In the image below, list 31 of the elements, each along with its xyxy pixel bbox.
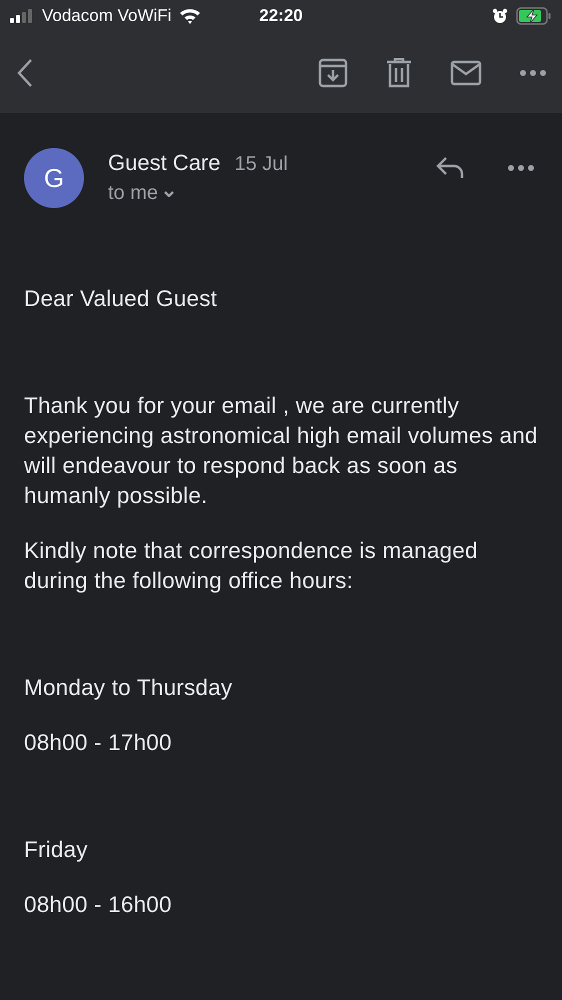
mark-unread-button[interactable] [450, 60, 482, 86]
body-paragraph: Kindly note that correspondence is managed during the following office hours: [24, 537, 479, 595]
body-paragraph: 08h00 - 17h00 [24, 729, 173, 757]
alarm-icon [492, 8, 508, 24]
recipient-toggle[interactable]: to me [108, 182, 288, 205]
reply-button[interactable] [436, 156, 464, 180]
sender-name: Guest Care [108, 150, 220, 176]
archive-button[interactable] [318, 58, 348, 88]
body-paragraph: Friday [24, 836, 89, 864]
more-icon [520, 70, 546, 76]
body-paragraph: 08h00 - 16h00 [24, 891, 173, 919]
more-button[interactable] [520, 70, 546, 76]
back-icon [16, 58, 34, 88]
message-more-button[interactable] [508, 165, 534, 171]
envelope-icon [450, 60, 482, 86]
back-button[interactable] [16, 58, 34, 88]
delete-button[interactable] [386, 58, 412, 88]
reply-icon [436, 156, 464, 180]
battery-icon [516, 7, 552, 25]
body-paragraph: Dear Valued Guest [24, 285, 218, 313]
clock-time: 22:20 [259, 6, 303, 26]
archive-icon [318, 58, 348, 88]
trash-icon [386, 58, 412, 88]
more-icon [508, 165, 534, 171]
chevron-down-icon [164, 190, 174, 196]
carrier-name: Vodacom VoWiFi [42, 6, 172, 26]
message-date: 15 Jul [234, 153, 288, 176]
body-paragraph: Thank you for your email , we are currently experiencing astronomical high email volumes and will endeavour to respond back as soon as humanly possible. [24, 392, 538, 510]
wifi-icon [179, 8, 202, 24]
body-paragraph: Monday to Thursday [24, 674, 234, 702]
sender-avatar: G [24, 148, 84, 208]
